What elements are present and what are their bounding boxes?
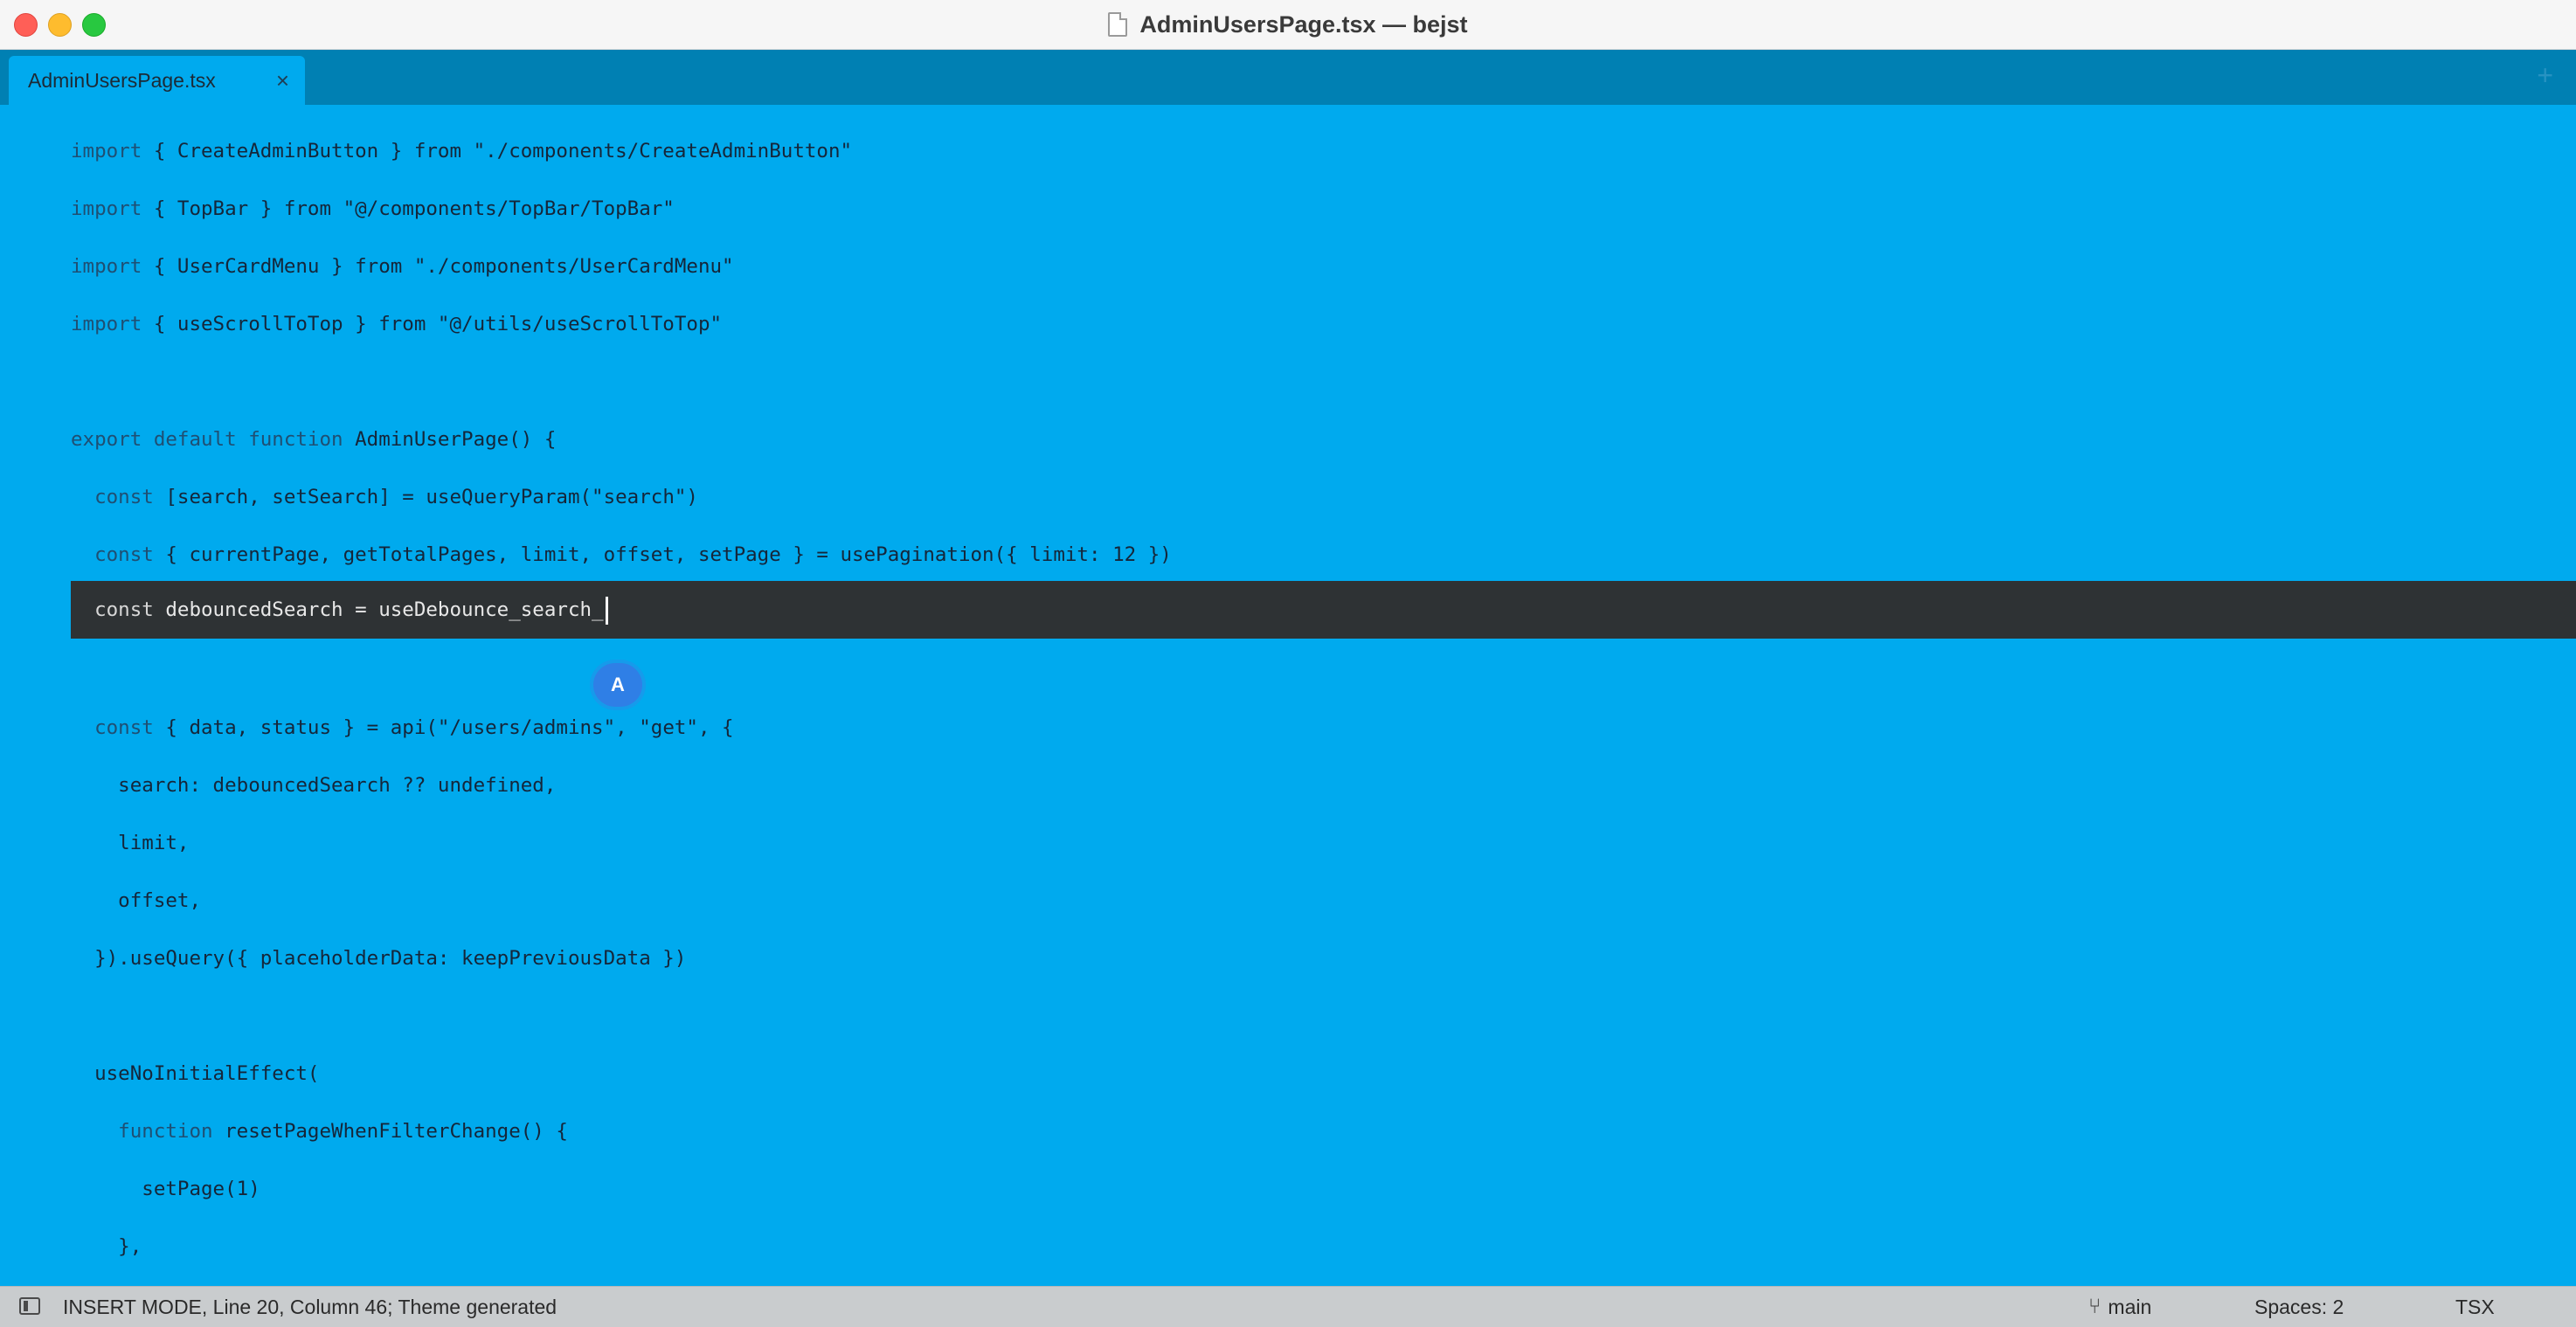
status-bar: INSERT MODE, Line 20, Column 46; Theme g… [0,1286,2576,1327]
text-cursor [605,596,608,625]
code-line[interactable]: const { currentPage, getTotalPages, limi… [71,526,1172,584]
tab-admin-users-page[interactable]: AdminUsersPage.tsx × [9,56,305,105]
close-icon[interactable]: × [276,68,289,93]
code-line[interactable]: search: debouncedSearch ?? undefined, [71,757,556,814]
code-line[interactable]: }, [71,1218,142,1275]
document-icon [1108,12,1128,37]
indentation-setting[interactable]: Spaces: 2 [2254,1287,2344,1327]
code-line[interactable]: export default function AdminUserPage() … [71,411,556,468]
tab-bar: AdminUsersPage.tsx × + [0,50,2576,105]
code-editor[interactable]: import { CreateAdminButton } from "./com… [0,105,2576,1286]
code-line[interactable]: function resetPageWhenFilterChange() { [71,1102,568,1160]
editor-mode-status: INSERT MODE, Line 20, Column 46; Theme g… [63,1296,557,1318]
sidebar-toggle-icon[interactable] [19,1297,40,1315]
branch-name: main [2108,1296,2152,1318]
git-branch-icon: ⑂ [2088,1295,2102,1318]
tab-label: AdminUsersPage.tsx [28,68,216,92]
window-title-container: AdminUsersPage.tsx — bejst [0,0,2576,49]
code-line[interactable]: import { useScrollToTop } from "@/utils/… [71,295,722,353]
code-line[interactable]: import { TopBar } from "@/components/Top… [71,180,675,238]
new-tab-button[interactable]: + [2537,60,2553,90]
code-line[interactable]: const { data, status } = api("/users/adm… [71,699,734,757]
code-line[interactable]: offset, [71,872,201,930]
code-line[interactable]: const [search, setSearch] = useQueryPara… [71,468,698,526]
current-code-line[interactable]: const debouncedSearch = useDebounce_sear… [71,581,2576,639]
collaborator-avatar[interactable]: A [593,663,642,707]
code-line[interactable]: import { CreateAdminButton } from "./com… [71,122,852,180]
code-line[interactable]: limit, [71,814,189,872]
code-line[interactable]: setPage(1) [71,1160,260,1218]
syntax-mode[interactable]: TSX [2455,1287,2495,1327]
window-title: AdminUsersPage.tsx — bejst [1139,10,1468,38]
git-branch-status[interactable]: ⑂ main [2088,1287,2151,1327]
title-bar: AdminUsersPage.tsx — bejst [0,0,2576,50]
code-line[interactable]: import { UserCardMenu } from "./componen… [71,238,734,295]
code-line[interactable]: useNoInitialEffect( [71,1045,319,1102]
code-line[interactable]: }).useQuery({ placeholderData: keepPrevi… [71,930,686,987]
